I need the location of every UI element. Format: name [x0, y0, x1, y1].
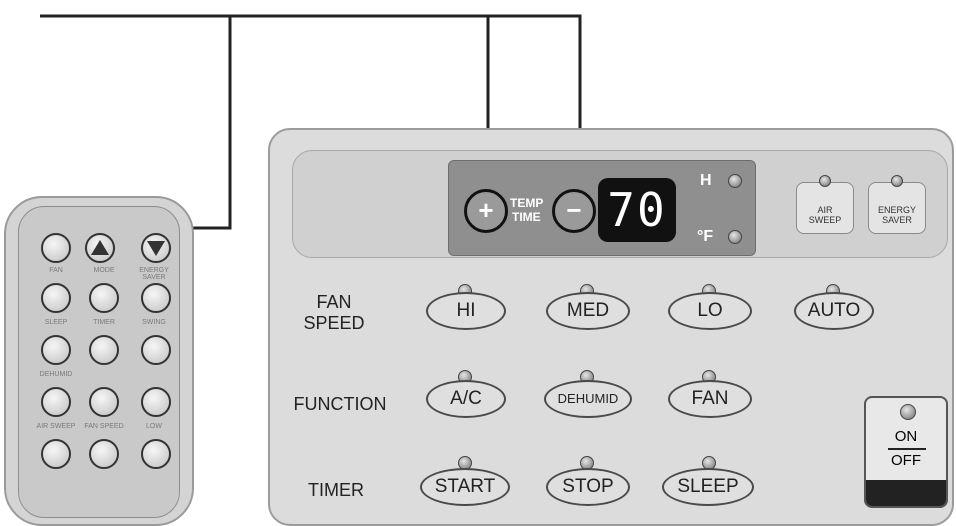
power-button[interactable]: ON OFF [864, 396, 948, 508]
f-indicator-label: °F [697, 228, 714, 245]
remote-label: FAN [49, 267, 63, 274]
remote-temp-down-button[interactable] [141, 233, 171, 263]
remote-label: FAN SPEED [84, 423, 124, 430]
temp-up-button[interactable]: + [464, 189, 508, 233]
temp-down-button[interactable]: − [552, 189, 596, 233]
fan-button[interactable]: FAN [668, 380, 752, 418]
ac-button[interactable]: A/C [426, 380, 506, 418]
power-switch-base [866, 480, 946, 506]
fan-hi-button[interactable]: HI [426, 292, 506, 330]
power-off-label: OFF [891, 452, 921, 469]
remote-button[interactable] [141, 283, 171, 313]
plus-icon: + [478, 195, 494, 225]
remote-label: TIMER [93, 319, 115, 326]
remote-button[interactable] [141, 439, 171, 469]
air-sweep-label-2: SWEEP [808, 215, 842, 225]
remote-label: SWING [142, 319, 166, 326]
remote-button[interactable] [41, 283, 71, 313]
fan-speed-label-line1: FAN [316, 292, 352, 312]
fan-speed-label-line2: SPEED [303, 313, 365, 333]
power-on-label: ON [894, 428, 918, 445]
remote-label: DEHUMID [39, 371, 73, 378]
energy-saver-button[interactable]: ENERGY SAVER [868, 175, 926, 234]
remote-button[interactable] [89, 283, 119, 313]
function-label: FUNCTION [293, 394, 387, 414]
triangle-up-icon [91, 240, 109, 255]
minus-icon: − [566, 195, 582, 225]
remote-button[interactable] [89, 387, 119, 417]
fan-speed-label: FAN SPEED [296, 292, 372, 334]
fan-med-button[interactable]: MED [546, 292, 630, 330]
energy-saver-light [891, 175, 903, 187]
remote-button[interactable] [141, 335, 171, 365]
remote-button[interactable] [89, 335, 119, 365]
dehumid-button[interactable]: DEHUMID [544, 380, 632, 418]
energy-saver-label-1: ENERGY [877, 205, 916, 215]
remote-button-area: FAN MODE ENERGY SAVER SLEEP TIMER SWING … [18, 206, 180, 518]
time-label: TIME [512, 210, 541, 224]
air-sweep-button[interactable]: AIR SWEEP [796, 175, 854, 234]
remote-button[interactable] [89, 439, 119, 469]
power-light [900, 404, 916, 420]
fan-lo-button[interactable]: LO [668, 292, 752, 330]
f-indicator-light [728, 230, 742, 244]
remote-button[interactable] [141, 387, 171, 417]
remote-button[interactable] [41, 387, 71, 417]
remote-label: MODE [93, 267, 115, 274]
temp-label: TEMP [510, 196, 544, 210]
fan-auto-button[interactable]: AUTO [794, 292, 874, 330]
timer-stop-button[interactable]: STOP [546, 468, 630, 506]
air-sweep-light [819, 175, 831, 187]
timer-sleep-button[interactable]: SLEEP [662, 468, 754, 506]
remote-label: AIR SWEEP [36, 423, 76, 430]
power-divider [888, 448, 926, 450]
h-indicator-label: H [700, 172, 712, 189]
remote-button[interactable] [41, 335, 71, 365]
remote-label: ENERGY SAVER [139, 267, 169, 281]
remote-button[interactable] [41, 439, 71, 469]
remote-label: SLEEP [44, 319, 68, 326]
timer-label: TIMER [308, 480, 364, 500]
remote-power-button[interactable] [41, 233, 71, 263]
remote-label: LOW [146, 423, 162, 430]
air-sweep-label-1: AIR [817, 205, 833, 215]
temperature-display: 70 [598, 178, 676, 242]
triangle-down-icon [147, 241, 165, 256]
energy-saver-label-2: SAVER [882, 215, 912, 225]
h-indicator-light [728, 174, 742, 188]
timer-start-button[interactable]: START [420, 468, 510, 506]
remote-temp-up-button[interactable] [85, 233, 115, 263]
